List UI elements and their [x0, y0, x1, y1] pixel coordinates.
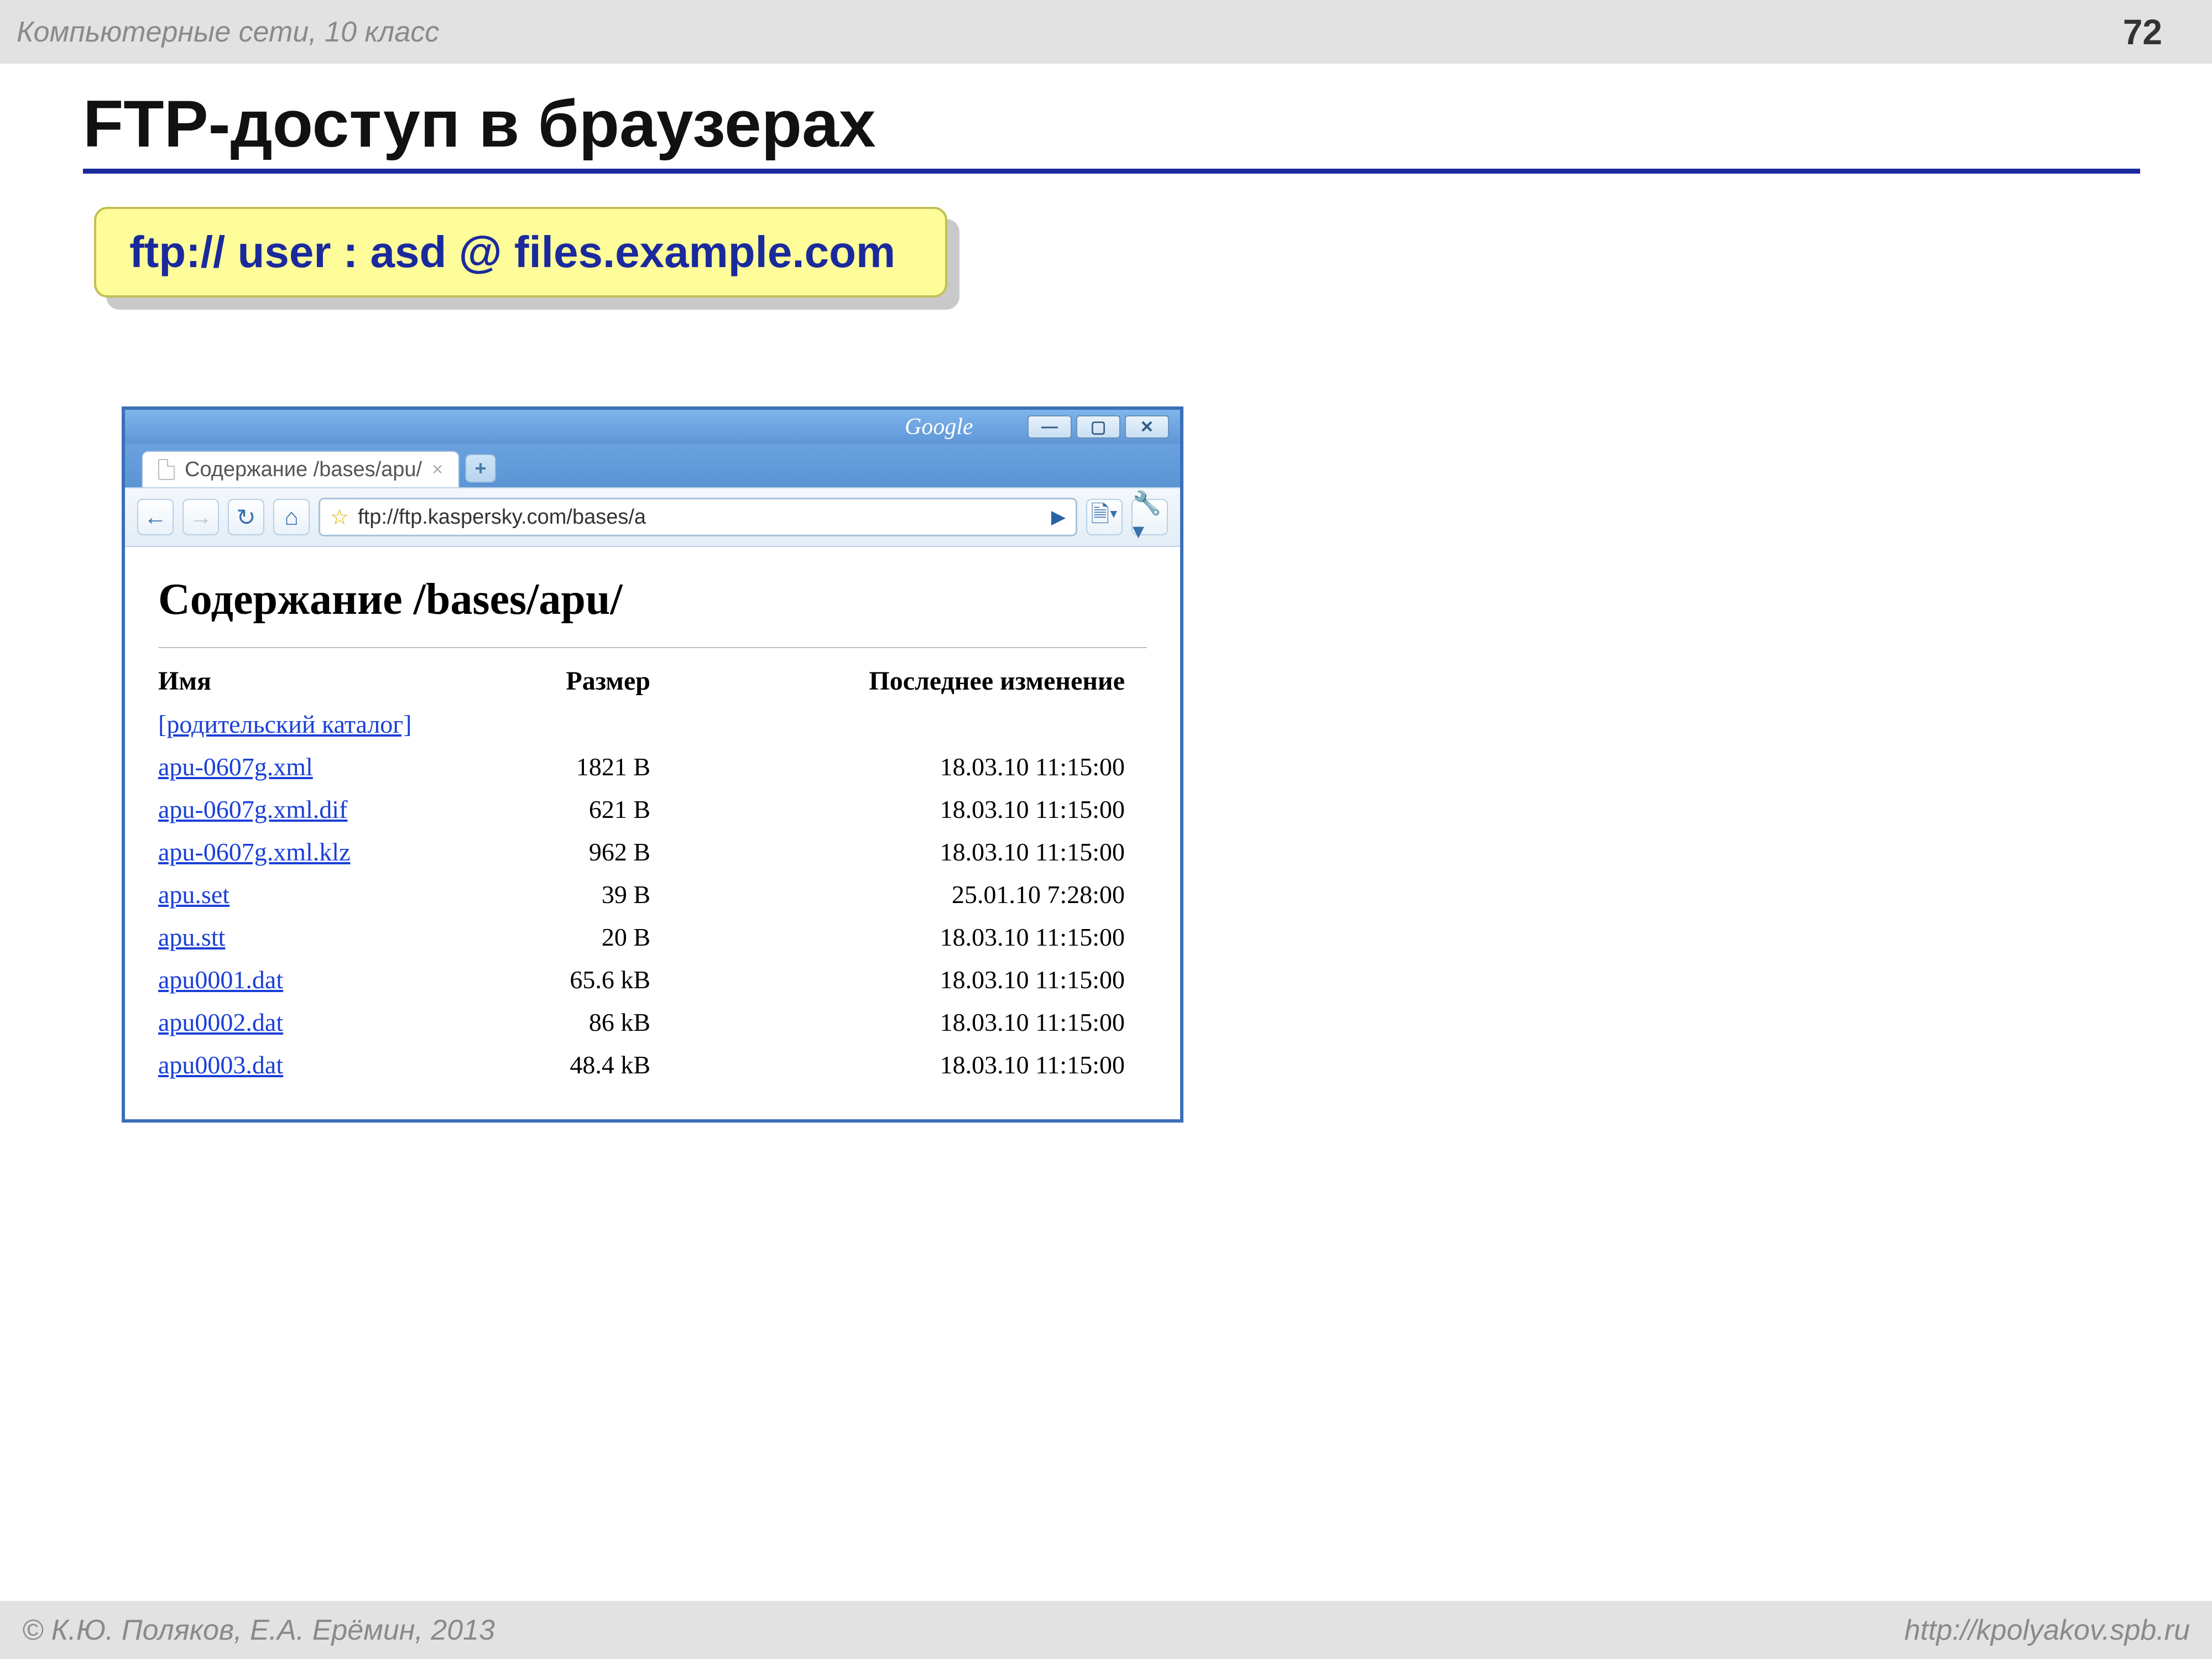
- page-icon: [158, 459, 175, 480]
- table-row: apu0003.dat 48.4 kB18.03.10 11:15:00: [158, 1044, 1147, 1086]
- page-menu-button[interactable]: 🗎▾: [1086, 499, 1123, 535]
- file-link[interactable]: apu-0607g.xml: [158, 753, 313, 781]
- file-modified: 18.03.10 11:15:00: [684, 837, 1147, 867]
- file-link[interactable]: apu.stt: [158, 923, 225, 951]
- reload-button[interactable]: ↻: [228, 499, 264, 535]
- browser-brand: Google: [136, 414, 973, 440]
- browser-tab[interactable]: Содержание /bases/apu/ ×: [142, 451, 460, 487]
- browser-toolbar: ← → ↻ ⌂ ☆ ftp://ftp.kaspersky.com/bases/…: [125, 487, 1180, 547]
- ftp-url-example: ftp:// user : asd @ files.example.com: [129, 227, 895, 276]
- forward-button[interactable]: →: [182, 499, 219, 535]
- file-size: 48.4 kB: [512, 1050, 684, 1079]
- bookmark-star-icon[interactable]: ☆: [330, 505, 349, 530]
- file-link[interactable]: apu0003.dat: [158, 1051, 283, 1079]
- minimize-button[interactable]: —: [1027, 415, 1072, 439]
- slide-footer: © К.Ю. Поляков, Е.А. Ерёмин, 2013 http:/…: [0, 1601, 2212, 1659]
- ftp-url-example-box: ftp:// user : asd @ files.example.com: [94, 207, 947, 298]
- parent-directory-link[interactable]: [родительский каталог]: [158, 710, 411, 738]
- table-header: Имя Размер Последнее изменение: [158, 659, 1147, 703]
- table-row: [родительский каталог]: [158, 703, 1147, 745]
- browser-content: Содержание /bases/apu/ Имя Размер Послед…: [125, 547, 1180, 1119]
- table-row: apu-0607g.xml.dif 621 B18.03.10 11:15:00: [158, 788, 1147, 831]
- file-size: 20 B: [512, 922, 684, 952]
- col-name: Имя: [158, 666, 512, 696]
- file-link[interactable]: apu0002.dat: [158, 1008, 283, 1036]
- table-row: apu-0607g.xml 1821 B18.03.10 11:15:00: [158, 745, 1147, 788]
- new-tab-button[interactable]: +: [465, 454, 496, 483]
- file-size: 65.6 kB: [512, 965, 684, 994]
- file-size: 1821 B: [512, 752, 684, 781]
- directory-listing: Имя Размер Последнее изменение [родитель…: [158, 647, 1147, 1086]
- table-row: apu0002.dat 86 kB18.03.10 11:15:00: [158, 1001, 1147, 1044]
- file-size: 621 B: [512, 795, 684, 824]
- file-modified: 18.03.10 11:15:00: [684, 1008, 1147, 1037]
- file-link[interactable]: apu-0607g.xml.dif: [158, 795, 347, 823]
- browser-titlebar: Google — ▢ ✕: [125, 410, 1180, 444]
- slide-header: Компьютерные сети, 10 класс 72: [0, 0, 2212, 64]
- col-size: Размер: [512, 666, 684, 696]
- table-row: apu-0607g.xml.klz 962 B18.03.10 11:15:00: [158, 831, 1147, 873]
- file-modified: 18.03.10 11:15:00: [684, 795, 1147, 824]
- wrench-menu-button[interactable]: 🔧▾: [1131, 499, 1168, 535]
- file-link[interactable]: apu.set: [158, 880, 229, 909]
- browser-window: Google — ▢ ✕ Содержание /bases/apu/ × + …: [122, 406, 1183, 1123]
- course-title: Компьютерные сети, 10 класс: [17, 15, 439, 49]
- file-modified: 18.03.10 11:15:00: [684, 922, 1147, 952]
- file-link[interactable]: apu-0607g.xml.klz: [158, 838, 351, 866]
- file-modified: 18.03.10 11:15:00: [684, 752, 1147, 781]
- file-modified: 18.03.10 11:15:00: [684, 965, 1147, 994]
- slide: Компьютерные сети, 10 класс 72 FTP-досту…: [0, 0, 2212, 1659]
- file-link[interactable]: apu0001.dat: [158, 966, 283, 994]
- close-button[interactable]: ✕: [1125, 415, 1169, 439]
- page-title: FTP-доступ в браузерах: [83, 86, 2140, 174]
- address-text: ftp://ftp.kaspersky.com/bases/a: [358, 505, 1042, 529]
- tab-strip: Содержание /bases/apu/ × +: [125, 444, 1180, 487]
- file-size: 86 kB: [512, 1008, 684, 1037]
- home-button[interactable]: ⌂: [273, 499, 310, 535]
- go-icon[interactable]: ▶: [1051, 506, 1066, 528]
- maximize-button[interactable]: ▢: [1076, 415, 1120, 439]
- tab-title: Содержание /bases/apu/: [185, 458, 422, 482]
- footer-url: http://kpolyakov.spb.ru: [1905, 1614, 2190, 1647]
- file-size: 962 B: [512, 837, 684, 867]
- file-size: 39 B: [512, 880, 684, 909]
- col-modified: Последнее изменение: [684, 666, 1147, 696]
- table-row: apu.set 39 B25.01.10 7:28:00: [158, 873, 1147, 916]
- table-row: apu0001.dat 65.6 kB18.03.10 11:15:00: [158, 958, 1147, 1001]
- back-button[interactable]: ←: [137, 499, 174, 535]
- file-modified: 25.01.10 7:28:00: [684, 880, 1147, 909]
- directory-heading: Содержание /bases/apu/: [158, 575, 1147, 647]
- tab-close-icon[interactable]: ×: [432, 459, 443, 481]
- page-number: 72: [2123, 12, 2179, 53]
- address-bar[interactable]: ☆ ftp://ftp.kaspersky.com/bases/a ▶: [319, 498, 1077, 536]
- table-row: apu.stt 20 B18.03.10 11:15:00: [158, 916, 1147, 958]
- file-modified: 18.03.10 11:15:00: [684, 1050, 1147, 1079]
- footer-copyright: © К.Ю. Поляков, Е.А. Ерёмин, 2013: [22, 1614, 495, 1647]
